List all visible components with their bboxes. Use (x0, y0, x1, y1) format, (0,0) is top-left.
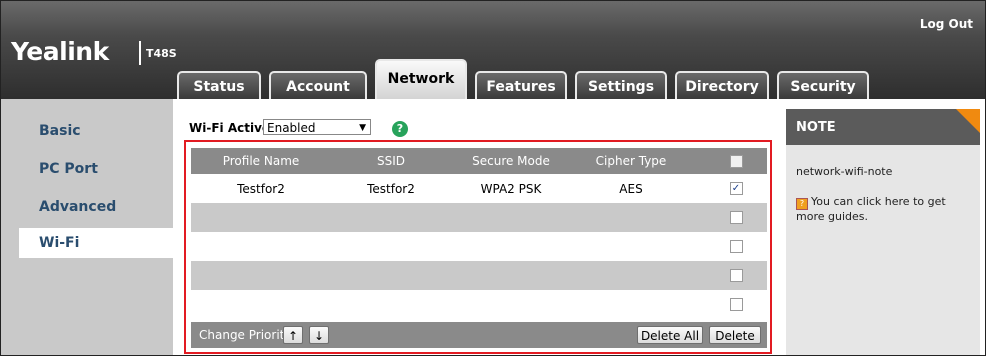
cell-ssid (331, 261, 451, 290)
sidebar-item-advanced[interactable]: Advanced (39, 199, 116, 215)
header-profile-name: Profile Name (222, 154, 300, 168)
cell-profile-name: Testfor2 (237, 181, 285, 196)
header-ssid: SSID (376, 154, 405, 168)
cell-cipher-type (571, 261, 691, 290)
cell-secure-mode (451, 203, 571, 232)
cell-secure-mode (451, 232, 571, 261)
note-text: network-wifi-note (796, 165, 893, 178)
row-select-cell (721, 290, 751, 319)
delete-button[interactable]: Delete (709, 326, 761, 344)
wifi-active-label: Wi-Fi Active (189, 121, 271, 135)
cell-ssid: Testfor2 (367, 181, 415, 196)
cell-secure-mode (451, 261, 571, 290)
header-cipher-type: Cipher Type (595, 154, 667, 168)
header-secure-mode: Secure Mode (472, 154, 550, 168)
row-select-cell (721, 232, 751, 261)
tab-settings[interactable]: Settings (575, 71, 667, 99)
cell-profile-name (191, 261, 331, 290)
cell-profile-name (191, 290, 331, 319)
note-panel: NOTE network-wifi-note ? You can click he… (786, 109, 980, 355)
move-down-button[interactable]: ↓ (309, 326, 329, 344)
note-title: NOTE (796, 120, 836, 135)
wifi-active-select[interactable]: Enabled ▼ (263, 119, 371, 135)
row-select-cell: ✓ (721, 174, 751, 203)
row-select-cell (721, 203, 751, 232)
sidebar-item-pc-port[interactable]: PC Port (39, 161, 98, 177)
sidebar-item-basic[interactable]: Basic (39, 123, 81, 139)
table-header-row: Profile Name SSID Secure Mode Cipher Typ… (191, 148, 767, 174)
header-select-cell (721, 148, 751, 174)
wifi-profile-table: Profile Name SSID Secure Mode Cipher Typ… (191, 148, 767, 319)
header-bar: Yealink T48S Log Out Status Account Netw… (1, 1, 985, 99)
sidebar-item-wifi[interactable]: Wi-Fi (39, 235, 79, 251)
app-window: Yealink T48S Log Out Status Account Netw… (0, 0, 986, 356)
table-row[interactable]: Testfor2 Testfor2 WPA2 PSK AES ✓ (191, 174, 767, 203)
tab-features[interactable]: Features (475, 71, 567, 99)
table-row[interactable] (191, 203, 767, 232)
cell-cipher-type (571, 203, 691, 232)
guide-link[interactable]: ? You can click here to get more guides. (796, 195, 974, 224)
cell-secure-mode (451, 290, 571, 319)
cell-cipher-type (571, 290, 691, 319)
cell-cipher-type (571, 232, 691, 261)
change-priority-label: Change Priority (199, 328, 292, 342)
sidebar: Basic PC Port Advanced Wi-Fi (1, 99, 179, 355)
cell-secure-mode: WPA2 PSK (480, 181, 542, 196)
cell-profile-name (191, 203, 331, 232)
row-checkbox[interactable] (729, 269, 743, 282)
row-checkbox[interactable] (729, 211, 743, 224)
cell-ssid (331, 203, 451, 232)
tab-security[interactable]: Security (777, 71, 869, 99)
tab-network[interactable]: Network (375, 59, 467, 99)
delete-all-button[interactable]: Delete All (637, 326, 703, 344)
table-row[interactable] (191, 232, 767, 261)
move-up-button[interactable]: ↑ (283, 326, 303, 344)
help-icon[interactable]: ? (392, 121, 408, 137)
table-footer: Change Priority ↑ ↓ Delete All Delete (191, 322, 767, 348)
row-select-cell (721, 261, 751, 290)
tab-account[interactable]: Account (269, 71, 367, 99)
brand-logo: Yealink (11, 37, 109, 66)
logout-link[interactable]: Log Out (920, 17, 973, 31)
row-checkbox[interactable] (729, 240, 743, 253)
select-all-checkbox[interactable] (729, 154, 743, 168)
tab-directory[interactable]: Directory (675, 71, 769, 99)
row-checkbox[interactable] (729, 298, 743, 311)
model-label: T48S (146, 47, 177, 60)
row-checkbox[interactable]: ✓ (729, 182, 743, 195)
guide-link-text: You can click here to get more guides. (796, 195, 946, 223)
note-header: NOTE (786, 109, 980, 145)
note-corner-flag (956, 109, 980, 133)
cell-cipher-type: AES (619, 181, 643, 196)
wifi-active-value: Enabled (267, 121, 316, 135)
table-row[interactable] (191, 290, 767, 319)
tab-status[interactable]: Status (177, 71, 261, 99)
cell-ssid (331, 232, 451, 261)
cell-ssid (331, 290, 451, 319)
logo-divider (139, 41, 141, 65)
chevron-down-icon: ▼ (359, 123, 366, 133)
cell-profile-name (191, 232, 331, 261)
guide-book-icon: ? (796, 198, 808, 210)
table-row[interactable] (191, 261, 767, 290)
